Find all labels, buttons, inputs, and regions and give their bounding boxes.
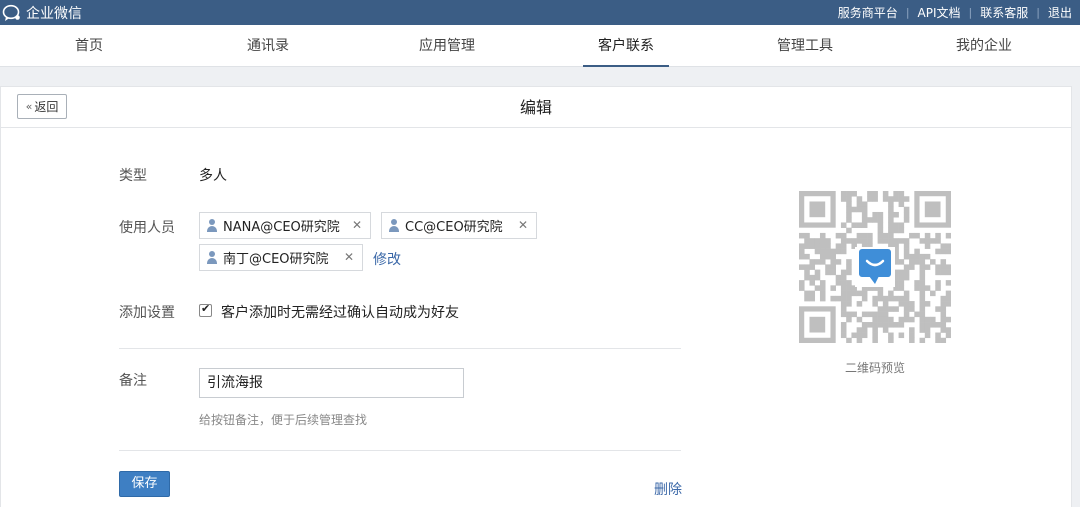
brand-name: 企业微信 [26, 5, 82, 22]
top-link-logout[interactable]: 退出 [1048, 4, 1072, 21]
tab-app-management[interactable]: 应用管理 [412, 25, 482, 67]
divider [119, 348, 681, 349]
top-link-contact-support[interactable]: 联系客服 [980, 4, 1028, 21]
delete-link[interactable]: 删除 [654, 479, 682, 499]
person-icon [206, 219, 218, 232]
separator: | [905, 6, 910, 19]
remove-user-icon[interactable]: ✕ [518, 218, 528, 232]
tab-customer-contact[interactable]: 客户联系 [583, 25, 669, 67]
type-value: 多人 [199, 168, 227, 184]
note-input[interactable]: 引流海报 [199, 368, 464, 398]
top-link-provider-platform[interactable]: 服务商平台 [838, 4, 898, 21]
top-links: 服务商平台 | API文档 | 联系客服 | 退出 [838, 0, 1072, 25]
user-tag-name: 南丁@CEO研究院 [223, 252, 329, 267]
page-title: 编辑 [519, 98, 552, 117]
note-label: 备注 [119, 373, 147, 389]
modify-users-link[interactable]: 修改 [373, 249, 401, 269]
qr-code-preview [799, 191, 952, 344]
main-nav: 首页 通讯录 应用管理 客户联系 管理工具 我的企业 [0, 25, 1080, 67]
qr-caption: 二维码预览 [844, 361, 905, 375]
back-button-label: 返回 [34, 100, 59, 114]
auto-accept-label[interactable]: 客户添加时无需经过确认自动成为好友 [221, 302, 459, 322]
user-tag-name: CC@CEO研究院 [405, 220, 503, 235]
tab-home[interactable]: 首页 [58, 25, 120, 67]
brand[interactable]: 企业微信 [2, 2, 82, 23]
tab-my-enterprise[interactable]: 我的企业 [948, 25, 1020, 67]
remove-user-icon[interactable]: ✕ [352, 218, 362, 232]
user-tag: CC@CEO研究院 ✕ [381, 212, 537, 239]
person-icon [206, 251, 218, 264]
save-button[interactable]: 保存 [119, 471, 170, 497]
type-label: 类型 [119, 168, 147, 184]
auto-accept-checkbox[interactable] [199, 302, 212, 317]
separator: | [1036, 6, 1040, 19]
add-settings-label: 添加设置 [119, 305, 175, 321]
top-bar: 企业微信 服务商平台 | API文档 | 联系客服 | 退出 [0, 0, 1080, 25]
edit-panel: 编辑 « 返回 类型 多人 使用人员 NANA@CEO研究院 ✕ CC@CEO研… [0, 86, 1072, 507]
back-button[interactable]: « 返回 [17, 94, 67, 119]
panel-header: 编辑 « 返回 [1, 87, 1071, 128]
note-hint: 给按钮备注，便于后续管理查找 [199, 413, 368, 427]
top-link-api-docs[interactable]: API文档 [918, 4, 961, 21]
divider [119, 450, 681, 451]
user-tag-name: NANA@CEO研究院 [223, 220, 340, 235]
tab-management-tools[interactable]: 管理工具 [770, 25, 840, 67]
remove-user-icon[interactable]: ✕ [344, 250, 354, 264]
wework-logo-icon [2, 4, 22, 22]
users-label: 使用人员 [119, 220, 175, 236]
separator: | [968, 6, 973, 19]
user-tag: 南丁@CEO研究院 ✕ [199, 244, 363, 271]
user-tag: NANA@CEO研究院 ✕ [199, 212, 371, 239]
double-chevron-left-icon: « [25, 100, 33, 113]
person-icon [388, 219, 400, 232]
tab-contacts[interactable]: 通讯录 [237, 25, 299, 67]
